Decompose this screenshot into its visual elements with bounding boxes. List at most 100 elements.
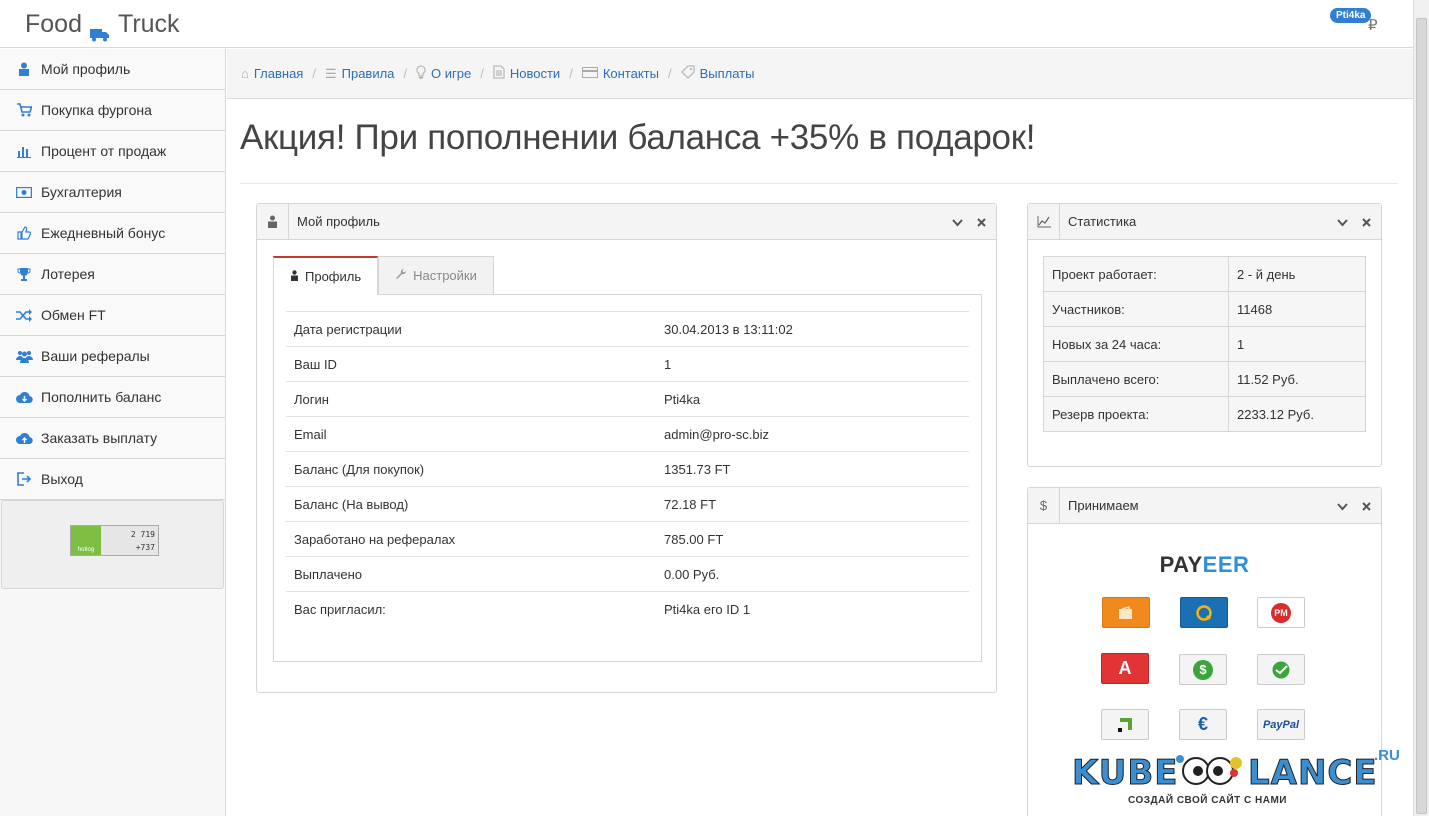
profile-panel-header: Мой профиль — [257, 203, 996, 240]
users-icon — [15, 348, 33, 364]
pm-badge: PM — [1271, 602, 1291, 623]
breadcrumb-home[interactable]: ⌂ Главная — [241, 66, 303, 81]
sidebar-item-profile[interactable]: Мой профиль — [0, 49, 225, 90]
row-value: Pti4ka его ID 1 — [656, 591, 969, 627]
table-row: Вас пригласил: Pti4ka его ID 1 — [286, 591, 969, 627]
row-key: Участников: — [1043, 291, 1229, 327]
dollar-icon: $ — [1028, 487, 1060, 524]
close-icon[interactable] — [977, 215, 986, 230]
list-icon: ☰ — [324, 65, 337, 81]
hotlog-counter[interactable]: hotlog 2 719 +737 — [70, 525, 159, 556]
alfa-bank-icon[interactable]: А — [1101, 653, 1149, 684]
row-value: 1 — [656, 346, 969, 382]
row-key: Ваш ID — [286, 346, 656, 382]
breadcrumb-payouts[interactable]: Выплаты — [680, 65, 754, 82]
breadcrumb-contacts[interactable]: Контакты — [581, 66, 659, 81]
profile-info-table: Дата регистрации 30.04.2013 в 13:11:02 Ва… — [286, 311, 969, 627]
tag-icon — [680, 65, 695, 82]
sidebar-item-label: Заказать выплату — [41, 430, 158, 446]
user-badge[interactable]: Pti4ka — [1330, 8, 1372, 23]
brand-word-food: Food — [25, 10, 82, 38]
dollar-coin-icon[interactable]: $ — [1179, 654, 1227, 685]
row-value: admin@pro-sc.biz — [656, 416, 969, 452]
hotlog-values: 2 719 +737 — [101, 526, 158, 555]
sidebar-item-referrals[interactable]: Ваши рефералы — [0, 336, 225, 377]
panel-tools — [1337, 204, 1371, 240]
breadcrumb-label: Новости — [509, 66, 561, 81]
card-icon — [581, 66, 598, 81]
cloud-upload-icon — [15, 430, 33, 446]
panel-tools — [1337, 488, 1371, 524]
document-icon — [493, 65, 505, 82]
table-row: Баланс (На вывод) 72.18 FT — [286, 486, 969, 522]
sidebar-item-withdraw[interactable]: Заказать выплату — [0, 418, 225, 459]
payeer-logo[interactable]: PAYEER — [1028, 552, 1381, 578]
sidebar-item-daily-bonus[interactable]: Ежедневный бонус — [0, 213, 225, 254]
tab-profile[interactable]: Профиль — [273, 256, 379, 295]
panel-tools — [952, 204, 986, 240]
yandex-money-icon[interactable] — [1102, 597, 1150, 628]
qiwi-icon[interactable] — [1180, 597, 1228, 628]
watermark-word-kube: KUBE — [1072, 753, 1179, 794]
ruble-icon[interactable]: ₽ — [1368, 16, 1378, 34]
sidebar-item-label: Ваши рефералы — [41, 348, 150, 364]
sidebar-item-label: Покупка фургона — [41, 102, 152, 118]
privatbank-icon[interactable] — [1101, 709, 1149, 740]
line-chart-icon — [1028, 203, 1060, 240]
scrollbar-thumb[interactable] — [1416, 18, 1427, 814]
breadcrumb-about[interactable]: О игре — [416, 65, 471, 82]
row-key: Email — [286, 416, 656, 452]
sidebar-item-exchange-ft[interactable]: Обмен FT — [0, 295, 225, 336]
sidebar-item-accounting[interactable]: Бухгалтерия — [0, 172, 225, 213]
table-row: Логин Pti4ka — [286, 381, 969, 417]
user-icon — [15, 61, 33, 77]
cart-icon — [15, 102, 33, 118]
paypal-icon[interactable]: PayPal — [1257, 709, 1305, 740]
sidebar-item-sales-percent[interactable]: Процент от продаж — [0, 131, 225, 172]
page-scrollbar[interactable] — [1413, 0, 1429, 816]
sidebar-item-topup[interactable]: Пополнить баланс — [0, 377, 225, 418]
row-value: 11468 — [1228, 291, 1366, 327]
sidebar-item-buy-van[interactable]: Покупка фургона — [0, 90, 225, 131]
sidebar-item-label: Пополнить баланс — [41, 389, 162, 405]
top-navbar: Food Truck Pti4ka ₽ — [0, 0, 1413, 48]
breadcrumb: ⌂ Главная / ☰ Правила / О игре / Новости… — [227, 49, 1413, 99]
row-key: Резерв проекта: — [1043, 396, 1229, 432]
hotlog-logo: hotlog — [71, 526, 101, 555]
stats-panel-header: Статистика — [1028, 203, 1381, 240]
sidebar-item-lottery[interactable]: Лотерея — [0, 254, 225, 295]
euroset-icon[interactable]: € — [1179, 709, 1227, 740]
row-value: 1 — [1228, 326, 1366, 362]
watermark-word-lance: LANCE — [1248, 753, 1378, 794]
row-value: Pti4ka — [656, 381, 969, 417]
row-key: Баланс (На вывод) — [286, 486, 656, 522]
shuffle-icon — [15, 307, 33, 323]
sberbank-icon[interactable] — [1257, 654, 1305, 685]
tab-settings[interactable]: Настройки — [378, 256, 494, 294]
chevron-down-icon[interactable] — [952, 215, 963, 230]
sidebar-item-label: Ежедневный бонус — [41, 225, 166, 241]
perfect-money-icon[interactable]: PM — [1257, 597, 1305, 628]
page-title: Акция! При пополнении баланса +35% в под… — [240, 118, 1036, 157]
brand-logo[interactable]: Food Truck — [25, 10, 180, 41]
breadcrumb-rules[interactable]: ☰ Правила — [325, 66, 394, 82]
truck-icon — [89, 20, 110, 41]
chevron-down-icon[interactable] — [1337, 499, 1348, 514]
brand-word-truck: Truck — [117, 10, 180, 38]
table-row: Резерв проекта: 2233.12 Руб. — [1043, 396, 1366, 432]
breadcrumb-label: О игре — [431, 66, 472, 81]
watermark-ru: .RU — [1374, 747, 1400, 764]
logout-icon — [15, 471, 33, 487]
breadcrumb-separator: / — [480, 66, 484, 81]
table-row: Выплачено 0.00 Руб. — [286, 556, 969, 592]
row-key: Дата регистрации — [286, 311, 656, 347]
breadcrumb-news[interactable]: Новости — [493, 65, 560, 82]
breadcrumb-label: Главная — [253, 66, 304, 81]
sidebar-item-logout[interactable]: Выход — [0, 459, 225, 500]
close-icon[interactable] — [1362, 215, 1371, 230]
trophy-icon — [15, 266, 33, 282]
chevron-down-icon[interactable] — [1337, 215, 1348, 230]
sidebar-item-label: Мой профиль — [41, 61, 131, 77]
cloud-download-icon — [15, 389, 33, 405]
close-icon[interactable] — [1362, 499, 1371, 514]
